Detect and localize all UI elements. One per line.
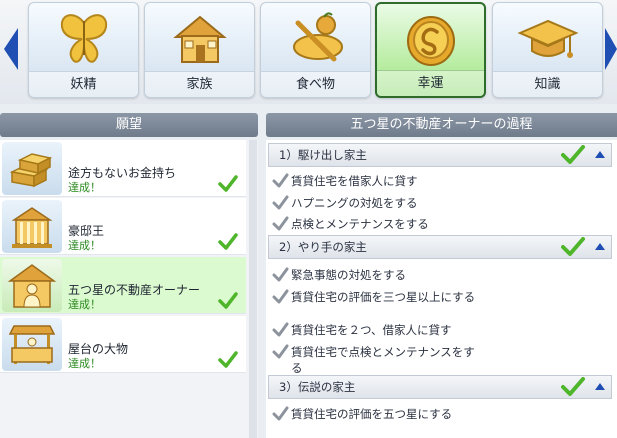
check-icon: [272, 406, 289, 421]
green-check-icon: [561, 237, 585, 256]
aspiration-status: 達成！: [68, 298, 101, 311]
milestone-title: 2）やり手の家主: [279, 240, 367, 254]
objective-item: 賃貸住宅の評価を三つ星以上にする: [272, 289, 482, 305]
tab-fairy[interactable]: 妖精: [28, 2, 139, 98]
aspiration-list-scrollbar[interactable]: [249, 140, 257, 438]
objective-item: 賃貸住宅を２つ、借家人に貸す: [272, 322, 482, 338]
objective-text: ハプニングの対処をする: [291, 196, 418, 210]
butterfly-icon: [60, 14, 107, 63]
check-icon: [272, 322, 289, 337]
aspirations-panel-title: 願望: [0, 113, 258, 137]
tab-label: 幸運: [377, 70, 484, 96]
food-icon: [292, 12, 343, 62]
milestone-list: 1）駆け出し家主 賃貸住宅を借家人に貸す ハプニングの対処をする 点検とメンテナ…: [266, 140, 617, 438]
check-icon: [272, 289, 289, 304]
lucky-coin-icon: [406, 16, 455, 66]
collapse-caret-icon[interactable]: [594, 382, 606, 391]
objective-text: 賃貸住宅の評価を五つ星にする: [291, 407, 453, 421]
tab-label: 知識: [493, 71, 602, 97]
objective-text: 賃貸住宅を借家人に貸す: [291, 174, 418, 188]
milestone-header[interactable]: 2）やり手の家主: [268, 235, 612, 259]
tab-label: 食べ物: [261, 71, 370, 97]
objective-item: 賃貸住宅で点検とメンテナンスをする: [272, 344, 482, 376]
objective-text: 賃貸住宅の評価を三つ星以上にする: [291, 290, 476, 304]
tab-luck[interactable]: 幸運: [375, 2, 486, 98]
collapse-caret-icon[interactable]: [594, 242, 606, 251]
objective-item: 緊急事態の対処をする: [272, 267, 482, 283]
category-tab-bar: 妖精 家族 食べ物 幸運 知識: [0, 0, 617, 104]
objective-item: ハプニングの対処をする: [272, 195, 482, 211]
aspiration-item-mansion-baron[interactable]: 豪邸王 達成！: [0, 198, 246, 255]
aspiration-item-filthy-rich[interactable]: 途方もないお金持ち 達成！: [0, 140, 246, 197]
previous-category-arrow[interactable]: [0, 22, 22, 76]
green-check-icon: [218, 175, 238, 192]
tab-label: 家族: [145, 71, 254, 97]
aspiration-list: 途方もないお金持ち 達成！ 豪邸王 達成！ 五つ星の不動産オーナー 達成！ 屋台…: [0, 140, 258, 438]
milestone-panel-title: 五つ星の不動産オーナーの過程: [266, 113, 617, 137]
next-category-arrow[interactable]: [604, 22, 617, 76]
tab-family[interactable]: 家族: [144, 2, 255, 98]
aspiration-item-five-star-property-owner[interactable]: 五つ星の不動産オーナー 達成！: [0, 257, 246, 314]
objective-item: 点検とメンテナンスをする: [272, 216, 482, 232]
objective-text: 賃貸住宅を２つ、借家人に貸す: [291, 323, 452, 337]
objective-item: 賃貸住宅を借家人に貸す: [272, 173, 482, 189]
objective-item: 賃貸住宅の評価を五つ星にする: [272, 406, 482, 422]
check-icon: [272, 195, 289, 210]
green-check-icon: [561, 377, 585, 396]
gold-bars-icon: [9, 153, 53, 188]
milestone-title: 3）伝説の家主: [279, 380, 356, 394]
check-icon: [272, 173, 289, 188]
aspiration-status: 達成！: [68, 239, 101, 252]
tab-knowledge[interactable]: 知識: [492, 2, 603, 98]
tab-food[interactable]: 食べ物: [260, 2, 371, 98]
aspiration-status: 達成！: [68, 181, 101, 194]
house-icon: [172, 15, 227, 63]
objective-text: 緊急事態の対処をする: [291, 268, 406, 282]
green-check-icon: [218, 292, 238, 309]
green-check-icon: [218, 233, 238, 250]
tab-label: 妖精: [29, 71, 138, 97]
market-stall-icon: [8, 325, 56, 364]
check-icon: [272, 267, 289, 282]
check-icon: [272, 216, 289, 231]
collapse-caret-icon[interactable]: [594, 150, 606, 159]
milestone-header[interactable]: 3）伝説の家主: [268, 375, 612, 399]
milestone-title: 1）駆け出し家主: [279, 148, 367, 162]
objective-text: 賃貸住宅で点検とメンテナンスをする: [291, 345, 475, 375]
aspiration-item-market-stall-magnate[interactable]: 屋台の大物 達成！: [0, 316, 246, 373]
milestone-header[interactable]: 1）駆け出し家主: [268, 143, 612, 167]
check-icon: [272, 344, 289, 359]
graduation-cap-icon: [516, 19, 579, 58]
mansion-icon: [11, 207, 53, 248]
green-check-icon: [218, 351, 238, 368]
green-check-icon: [561, 145, 585, 164]
objective-text: 点検とメンテナンスをする: [291, 217, 429, 231]
aspiration-status: 達成！: [68, 357, 101, 370]
property-owner-icon: [7, 264, 57, 308]
